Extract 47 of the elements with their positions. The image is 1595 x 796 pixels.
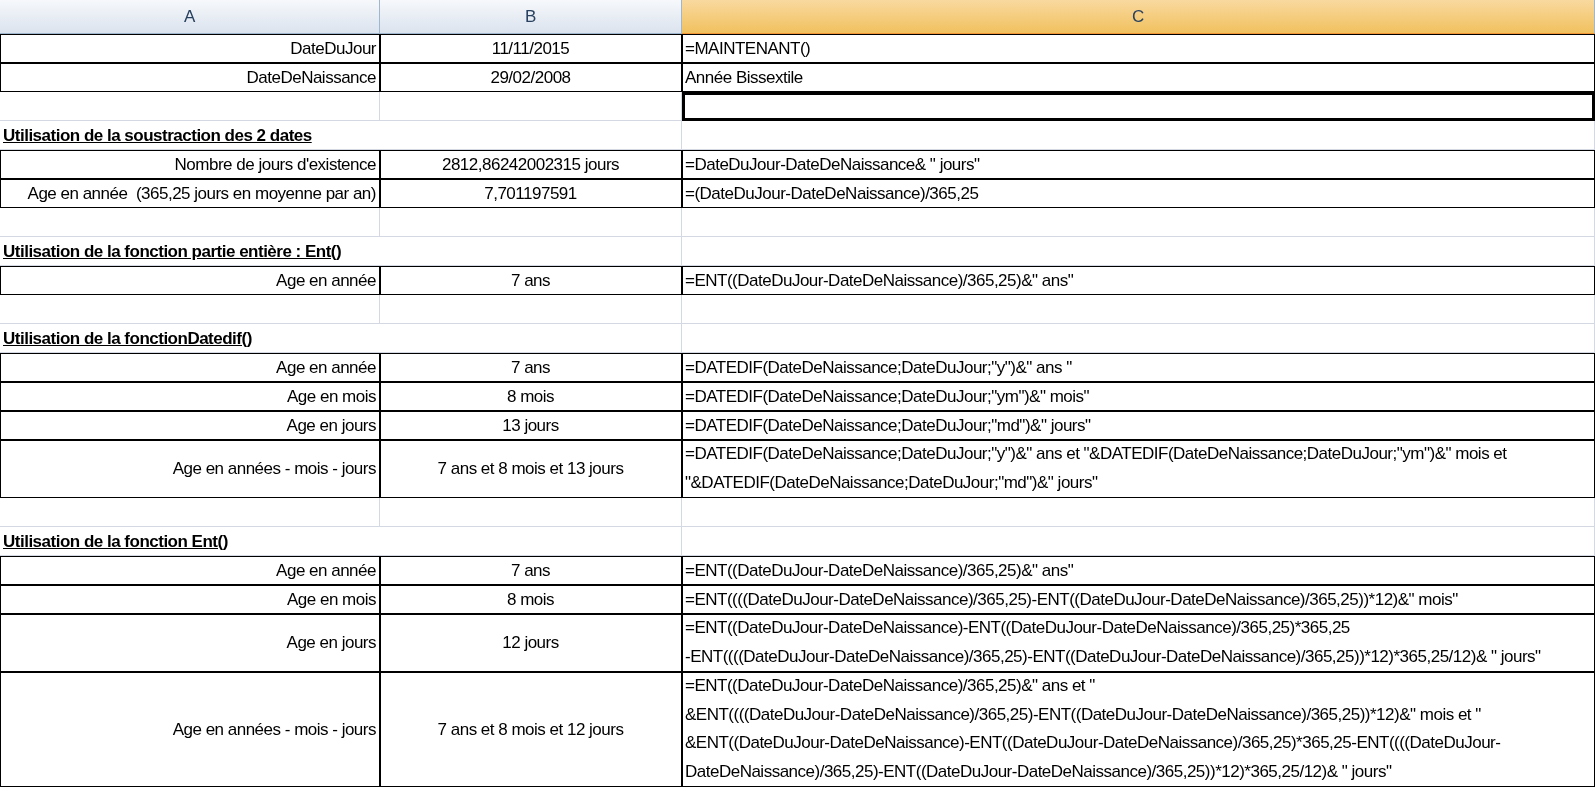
cell-value: 7,701197591 xyxy=(380,179,682,208)
column-header[interactable]: A xyxy=(0,0,380,34)
row-label: Age en mois xyxy=(0,382,380,411)
cell-value: 7 ans xyxy=(380,556,682,585)
row-label: Age en jours xyxy=(0,614,380,672)
selected-cell[interactable] xyxy=(682,92,1595,121)
cell-value: 12 jours xyxy=(380,614,682,672)
row-label: Age en année xyxy=(0,266,380,295)
row-label: DateDeNaissance xyxy=(0,63,380,92)
section-heading: Utilisation de la fonctionDatedif() xyxy=(3,328,252,348)
formula-text: Année Bissextile xyxy=(682,63,1595,92)
row-label: Age en mois xyxy=(0,585,380,614)
formula-text: =DATEDIF(DateDeNaissance;DateDuJour;"ym")&" mois" xyxy=(682,382,1595,411)
row-label: Nombre de jours d'existence xyxy=(0,150,380,179)
formula-text: =ENT((((DateDuJour-DateDeNaissance)/365,25)-ENT((DateDuJour-DateDeNaissance)/365,25))*12)&" mois" xyxy=(682,585,1595,614)
column-header[interactable]: B xyxy=(380,0,682,34)
cell-value: 11/11/2015 xyxy=(380,34,682,63)
row-label: DateDuJour xyxy=(0,34,380,63)
formula-text: =DATEDIF(DateDeNaissance;DateDuJour;"y")&" ans et "&DATEDIF(DateDeNaissance;DateDuJour;"ym")&" mois et "&DATEDIF(DateDeNaissance;DateDuJour;"md")&" jours" xyxy=(682,440,1595,498)
formula-text: =ENT((DateDuJour-DateDeNaissance)/365,25)&" ans" xyxy=(682,556,1595,585)
section-heading: Utilisation de la soustraction des 2 dates xyxy=(3,125,312,145)
formula-text: =DATEDIF(DateDeNaissance;DateDuJour;"y")&" ans " xyxy=(682,353,1595,382)
cell-value: 13 jours xyxy=(380,411,682,440)
row-label: Age en année (365,25 jours en moyenne par an) xyxy=(0,179,380,208)
section-heading: Utilisation de la fonction partie entière : Ent() xyxy=(3,241,342,261)
cell-value: 7 ans et 8 mois et 13 jours xyxy=(380,440,682,498)
row-label: Age en jours xyxy=(0,411,380,440)
row-label: Age en années - mois - jours xyxy=(0,440,380,498)
formula-text: =ENT((DateDuJour-DateDeNaissance)/365,25)&" ans" xyxy=(682,266,1595,295)
column-header[interactable]: C xyxy=(682,0,1595,34)
cell-value: 8 mois xyxy=(380,585,682,614)
cell-value: 8 mois xyxy=(380,382,682,411)
formula-text: =ENT((DateDuJour-DateDeNaissance)/365,25)&" ans et " &ENT((((DateDuJour-DateDeNaissance)/365,25)-ENT((DateDuJour-DateDeNaissance)/365,25))*12)&" mois et " &ENT((DateDuJour-DateDeNaissance)-ENT((DateDuJour-DateDeNaissance)/365,25)*365,25-ENT((((DateDuJour- DateDeNaissance)/365,25)-ENT((DateDuJour-DateDeNaissance)/365,25))*12)*365,25/12)& " jours" xyxy=(682,672,1595,787)
section-heading: Utilisation de la fonction Ent() xyxy=(3,531,228,551)
formula-text: =MAINTENANT() xyxy=(682,34,1595,63)
formula-text: =(DateDuJour-DateDeNaissance)/365,25 xyxy=(682,179,1595,208)
cell-value: 7 ans xyxy=(380,353,682,382)
formula-text: =DateDuJour-DateDeNaissance& " jours" xyxy=(682,150,1595,179)
row-label: Age en années - mois - jours xyxy=(0,672,380,787)
cell-value: 2812,86242002315 jours xyxy=(380,150,682,179)
cell-value: 7 ans et 8 mois et 12 jours xyxy=(380,672,682,787)
formula-text: =DATEDIF(DateDeNaissance;DateDuJour;"md")&" jours" xyxy=(682,411,1595,440)
cell-value: 29/02/2008 xyxy=(380,63,682,92)
formula-text: =ENT((DateDuJour-DateDeNaissance)-ENT((DateDuJour-DateDeNaissance)/365,25)*365,25 -ENT((((DateDuJour-DateDeNaissance)/365,25)-ENT((DateDuJour-DateDeNaissance)/365,25))*12)*365,25/12)& " jours" xyxy=(682,614,1595,672)
row-label: Age en année xyxy=(0,353,380,382)
cell-value: 7 ans xyxy=(380,266,682,295)
row-label: Age en année xyxy=(0,556,380,585)
